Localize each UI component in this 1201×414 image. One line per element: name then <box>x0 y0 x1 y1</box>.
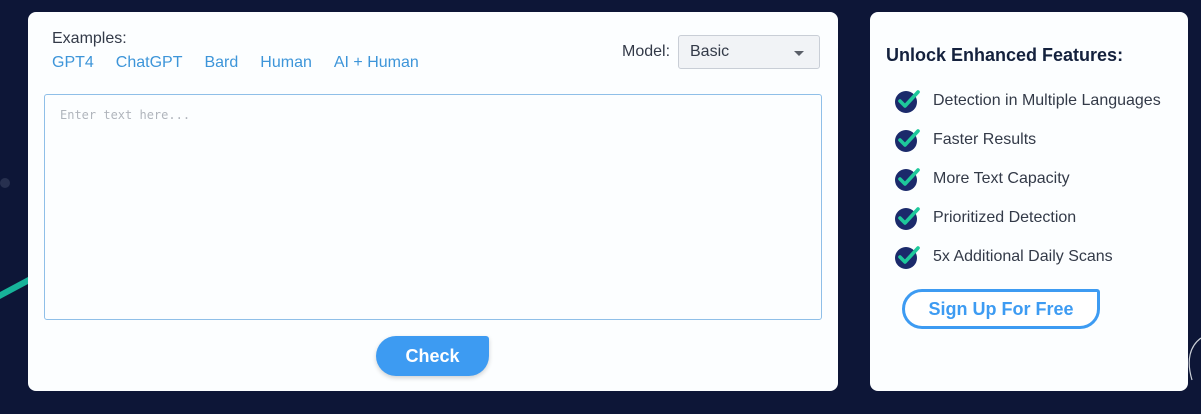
detector-panel: Examples: GPT4 ChatGPT Bard Human AI + H… <box>28 12 838 391</box>
chevron-down-icon <box>794 51 804 56</box>
checkmark-badge-icon <box>895 167 920 191</box>
feature-label: Detection in Multiple Languages <box>933 91 1161 109</box>
feature-item: Detection in Multiple Languages <box>894 81 1161 120</box>
example-link-human[interactable]: Human <box>260 54 312 72</box>
feature-label: Faster Results <box>933 130 1037 148</box>
feature-label: Prioritized Detection <box>933 208 1077 226</box>
check-button[interactable]: Check <box>376 336 489 376</box>
checkmark-badge-icon <box>895 245 920 269</box>
example-link-bard[interactable]: Bard <box>204 54 238 72</box>
sign-up-button[interactable]: Sign Up For Free <box>902 289 1100 329</box>
example-link-ai-human[interactable]: AI + Human <box>334 54 419 72</box>
feature-item: More Text Capacity <box>894 159 1161 198</box>
examples-links: GPT4 ChatGPT Bard Human AI + Human <box>52 54 419 72</box>
feature-list: Detection in Multiple Languages Faster Re… <box>894 81 1161 276</box>
text-input[interactable] <box>44 94 822 320</box>
feature-item: Faster Results <box>894 120 1161 159</box>
features-title: Unlock Enhanced Features: <box>886 45 1124 65</box>
feature-label: 5x Additional Daily Scans <box>933 247 1113 265</box>
checkmark-badge-icon <box>895 128 920 152</box>
model-select[interactable]: Basic <box>678 35 820 69</box>
checkmark-badge-icon <box>895 206 920 230</box>
feature-item: 5x Additional Daily Scans <box>894 237 1161 276</box>
feature-item: Prioritized Detection <box>894 198 1161 237</box>
examples-label: Examples: <box>52 30 127 47</box>
feature-label: More Text Capacity <box>933 169 1070 187</box>
features-panel: Unlock Enhanced Features: Detection in M… <box>870 12 1188 391</box>
model-select-value: Basic <box>690 43 730 60</box>
checkmark-badge-icon <box>895 89 920 113</box>
model-label: Model: <box>622 43 671 60</box>
example-link-chatgpt[interactable]: ChatGPT <box>116 54 183 72</box>
example-link-gpt4[interactable]: GPT4 <box>52 54 94 72</box>
